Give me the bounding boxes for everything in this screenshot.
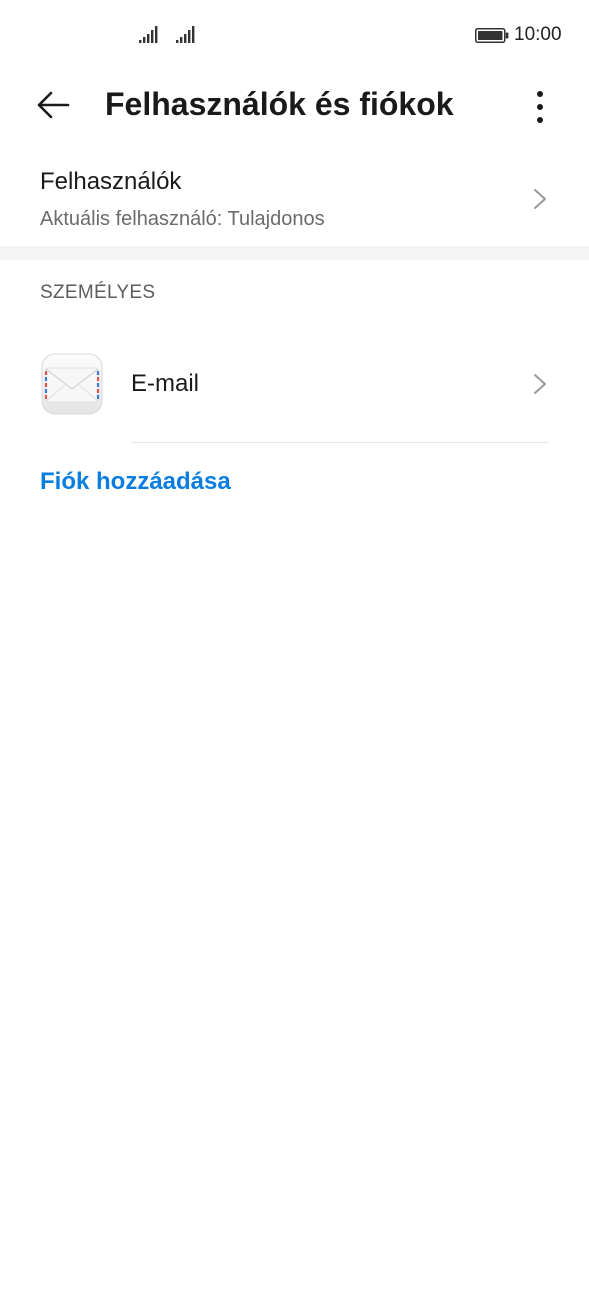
more-vertical-icon [537,91,543,97]
chevron-right-icon [533,188,547,210]
section-header-personal: SZEMÉLYES [40,282,156,303]
screen: 10:00 Felhasználók és fiókok Felhasználó… [0,0,589,1309]
users-title: Felhasználók [40,168,182,195]
mail-app-icon [40,352,104,416]
back-button[interactable] [30,84,76,130]
add-account-link[interactable]: Fiók hozzáadása [40,468,231,496]
email-label: E-mail [131,370,200,397]
app-bar: Felhasználók és fiókok [0,72,589,142]
chevron-right-icon [533,373,547,395]
more-options-button[interactable] [520,84,560,130]
signal-icon [139,26,159,44]
users-subtitle: Aktuális felhasználó: Tulajdonos [40,208,325,230]
section-divider [0,246,589,260]
account-list-item-email[interactable]: E-mail [0,348,589,422]
status-bar: 10:00 [0,0,589,72]
arrow-left-icon [36,90,70,125]
battery-icon [475,28,509,43]
clock: 10:00 [514,24,562,45]
signal-icon [176,26,196,44]
page-title: Felhasználók és fiókok [105,86,454,122]
row-divider [131,442,549,443]
users-list-item[interactable]: Felhasználók Aktuális felhasználó: Tulaj… [0,156,589,244]
